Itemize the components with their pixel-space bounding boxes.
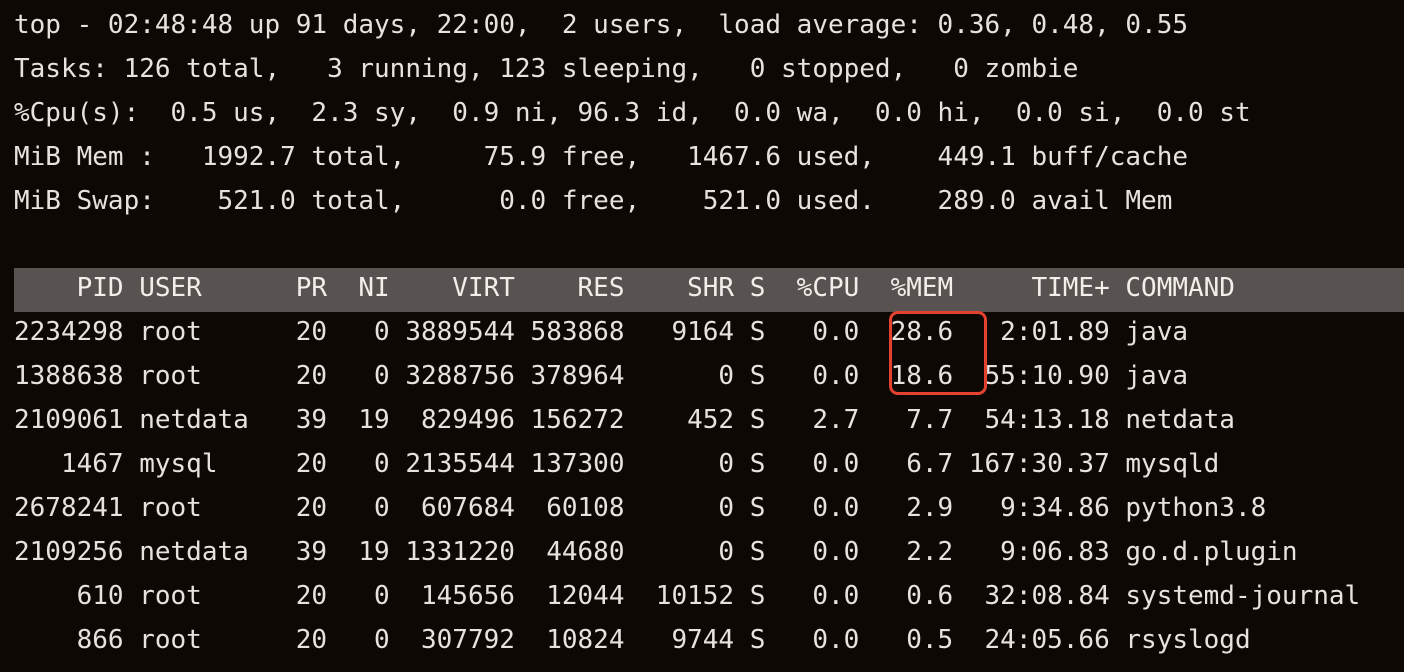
- memory-line: MiB Mem : 1992.7 total, 75.9 free, 1467.…: [14, 142, 1188, 172]
- uptime-load-line: top - 02:48:48 up 91 days, 22:00, 2 user…: [14, 10, 1188, 40]
- process-row: 1467 mysql 20 0 2135544 137300 0 S 0.0 6…: [14, 449, 1220, 479]
- tasks-line: Tasks: 126 total, 3 running, 123 sleepin…: [14, 54, 1079, 84]
- mem-highlight-box: [889, 311, 987, 395]
- process-row: 610 root 20 0 145656 12044 10152 S 0.0 0…: [14, 581, 1361, 611]
- process-row: 1388638 root 20 0 3288756 378964 0 S 0.0…: [14, 361, 1188, 391]
- cpu-line: %Cpu(s): 0.5 us, 2.3 sy, 0.9 ni, 96.3 id…: [14, 98, 1251, 128]
- process-row: 2109061 netdata 39 19 829496 156272 452 …: [14, 405, 1235, 435]
- process-row: 2109256 netdata 39 19 1331220 44680 0 S …: [14, 537, 1298, 567]
- process-row: 2678241 root 20 0 607684 60108 0 S 0.0 2…: [14, 493, 1267, 523]
- process-row: 2234298 root 20 0 3889544 583868 9164 S …: [14, 317, 1188, 347]
- process-row: 866 root 20 0 307792 10824 9744 S 0.0 0.…: [14, 625, 1251, 655]
- terminal-window[interactable]: top - 02:48:48 up 91 days, 22:00, 2 user…: [0, 0, 1404, 672]
- process-table-header: PID USER PR NI VIRT RES SHR S %CPU %MEM …: [14, 273, 1235, 303]
- swap-line: MiB Swap: 521.0 total, 0.0 free, 521.0 u…: [14, 186, 1173, 216]
